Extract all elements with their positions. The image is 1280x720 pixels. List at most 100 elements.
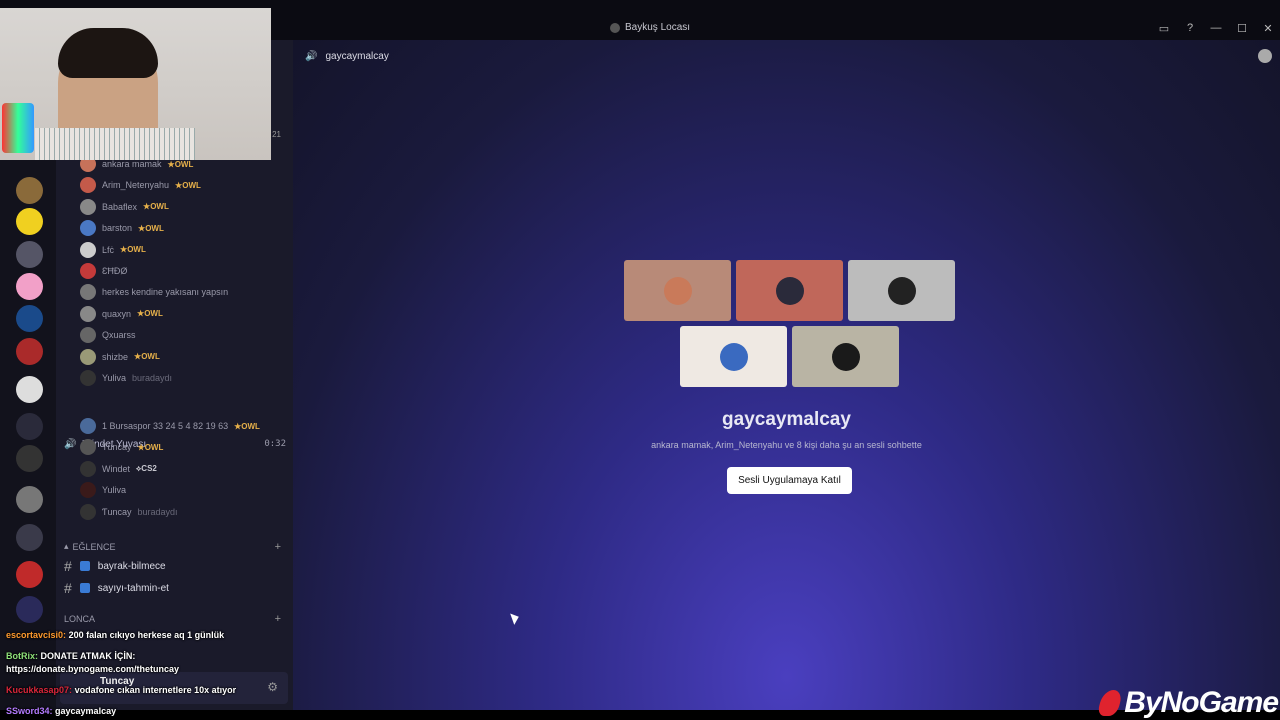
minimize-icon[interactable]: —: [1210, 22, 1222, 35]
channel-header: 🔊 gaycaymalcay: [293, 40, 1280, 72]
role-badge: ★OWL: [137, 309, 163, 319]
chat-message: https://donate.bynogame.com/thetuncay: [6, 664, 180, 674]
role-badge: ★OWL: [175, 180, 201, 190]
member-name: Ƭuncay: [102, 442, 132, 453]
member-name: Ƭuncay: [102, 506, 132, 517]
member-row[interactable]: 1 Bursaspor 33 24 5 4 82 19 63 ★OWL: [80, 416, 260, 436]
member-name: barston: [102, 223, 133, 234]
category-lonca[interactable]: LONCA: [64, 614, 95, 624]
member-name: Ŀfċ: [102, 244, 115, 255]
server-icon[interactable]: [16, 305, 43, 332]
server-icon[interactable]: [16, 524, 43, 551]
member-name: quaxyn: [102, 308, 132, 319]
member-name: Arim_Netenyahu: [102, 180, 170, 191]
role-badge: ⟡CS2: [136, 463, 157, 473]
avatar: [775, 276, 804, 305]
speaker-icon: 🔊: [305, 50, 318, 62]
avatar: [80, 348, 96, 365]
role-badge: ★OWL: [137, 442, 164, 452]
member-row[interactable]: quaxyn ★OWL: [80, 304, 163, 324]
server-icon[interactable]: [16, 376, 43, 403]
server-icon[interactable]: [16, 177, 43, 204]
voice-channel-subtitle: ankara mamak, Arim_Netenyahu ve 8 kişi d…: [651, 440, 922, 450]
maximize-icon[interactable]: ☐: [1236, 22, 1248, 35]
member-row[interactable]: shizbe ★OWL: [80, 347, 160, 367]
server-icon: [610, 22, 620, 33]
member-row[interactable]: Ƭuncay ★OWL: [80, 437, 163, 457]
avatar: [80, 177, 96, 194]
member-name: Yuliva: [102, 485, 127, 496]
brand-logo: ByNoGame: [1096, 686, 1279, 720]
avatar: [80, 418, 96, 434]
server-icon[interactable]: [16, 413, 43, 440]
hash-icon: #: [64, 558, 72, 574]
role-badge: ★OWL: [234, 421, 260, 431]
chevron-down-icon: ▴: [64, 541, 69, 551]
server-icon[interactable]: [16, 561, 43, 588]
member-row[interactable]: Windet ⟡CS2: [80, 459, 157, 479]
avatar: [80, 327, 96, 344]
elapsed-time: 0:32: [264, 439, 286, 449]
member-row[interactable]: barston ★OWL: [80, 218, 164, 238]
server-icon[interactable]: [16, 486, 43, 513]
presence-note: buradaydı: [137, 506, 178, 517]
help-icon[interactable]: ?: [1184, 22, 1196, 35]
hash-icon: #: [64, 580, 72, 596]
member-row[interactable]: Arim_Netenyahu ★OWL: [80, 175, 201, 195]
participant-tile[interactable]: [736, 260, 843, 321]
text-channel-sayiyi-tahmin-et[interactable]: # sayıyı-tahmin-et: [64, 578, 286, 598]
avatar: [80, 460, 96, 477]
role-badge: ★OWL: [120, 245, 146, 255]
participant-tile[interactable]: [848, 260, 955, 321]
member-row[interactable]: ƐĦĐØ: [80, 261, 127, 281]
member-row[interactable]: Qxuarss: [80, 325, 136, 345]
member-row[interactable]: Yuliva buradaydı: [80, 368, 172, 388]
server-icon[interactable]: [16, 338, 43, 365]
add-channel-icon[interactable]: +: [275, 613, 281, 625]
member-name: herkes kendine yakısanı yapsın: [102, 287, 229, 298]
avatar: [831, 342, 860, 371]
category-eglence[interactable]: ▴ EĞLENCE: [64, 541, 116, 552]
join-voice-button[interactable]: Sesli Uygulamaya Katıl: [727, 467, 852, 494]
member-name: Babaflex: [102, 201, 138, 212]
avatar: [80, 370, 96, 386]
member-row[interactable]: Ŀfċ ★OWL: [80, 240, 146, 260]
voice-channel-title: gaycaymalcay: [722, 409, 851, 430]
presence-note: buradaydı: [132, 373, 173, 383]
server-icon[interactable]: [16, 596, 43, 623]
text-channel-bayrak-bilmece[interactable]: # bayrak-bilmece: [64, 556, 286, 576]
member-row[interactable]: Yuliva: [80, 480, 126, 500]
server-icon[interactable]: [16, 208, 43, 235]
participant-tile[interactable]: [624, 260, 731, 321]
server-icon[interactable]: [16, 445, 43, 472]
streamer-shirt: [35, 128, 195, 160]
member-row[interactable]: Babaflex ★OWL: [80, 197, 169, 217]
chat-icon[interactable]: [1258, 49, 1272, 63]
close-icon[interactable]: ✕: [1262, 22, 1274, 35]
avatar: [80, 220, 96, 237]
member-name: ƐĦĐØ: [102, 266, 128, 276]
avatar: [80, 482, 96, 499]
server-icon[interactable]: [16, 241, 43, 268]
avatar: [80, 241, 96, 258]
webcam-overlay: [0, 8, 271, 160]
streamer-hair: [58, 28, 158, 78]
avatar: [80, 439, 96, 456]
participant-tile[interactable]: [792, 326, 899, 387]
add-channel-icon[interactable]: +: [275, 541, 281, 553]
inbox-icon[interactable]: ▭: [1158, 22, 1170, 35]
channel-header-title: gaycaymalcay: [325, 50, 389, 62]
participant-tile[interactable]: [680, 326, 787, 387]
gear-icon[interactable]: ⚙: [267, 680, 278, 694]
channel-emoji-icon: [79, 583, 90, 593]
window-controls: ▭ ? — ☐ ✕: [1158, 22, 1274, 35]
chat-message: BotRix: DONATE ATMAK İÇİN:: [6, 651, 136, 661]
channel-emoji-icon: [79, 561, 90, 571]
member-row[interactable]: herkes kendine yakısanı yapsın: [80, 282, 228, 302]
avatar: [663, 276, 692, 305]
count-badge: 21: [272, 130, 281, 139]
member-row[interactable]: Ƭuncay buradaydı: [80, 502, 178, 522]
brand-mark-icon: [1096, 690, 1124, 716]
server-icon[interactable]: [16, 273, 43, 300]
chat-message: escortavcisi0: 200 falan cıkıyo herkese …: [6, 630, 225, 640]
